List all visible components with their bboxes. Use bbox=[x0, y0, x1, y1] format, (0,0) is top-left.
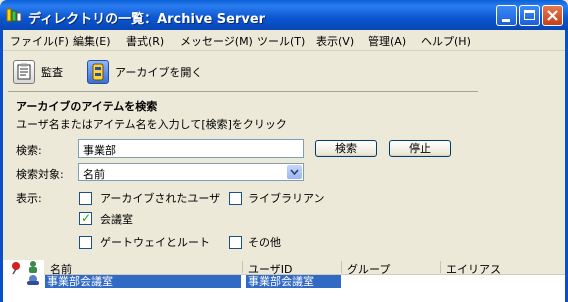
option-conference-label: 会議室 bbox=[100, 213, 133, 226]
menu-format[interactable]: 書式(R) bbox=[126, 33, 164, 49]
query-input[interactable]: 事業部 bbox=[78, 139, 304, 158]
col-divider[interactable] bbox=[440, 261, 441, 273]
option-conference-checkbox[interactable]: ✓ bbox=[79, 211, 92, 225]
results-list[interactable]: 名前 ユーザID グループ エイリアス 事業部会議室 事業部会議室 bbox=[3, 260, 565, 302]
audit-button[interactable]: 監査 bbox=[13, 58, 63, 86]
title-bar: ディレクトリの一覧：Archive Server bbox=[0, 0, 568, 30]
menu-help[interactable]: ヘルプ(H) bbox=[421, 33, 471, 49]
col-divider[interactable] bbox=[341, 261, 342, 273]
menu-edit[interactable]: 編集(E) bbox=[73, 33, 111, 49]
target-select-value: 名前 bbox=[83, 168, 105, 181]
option-other-checkbox[interactable] bbox=[229, 236, 242, 249]
menu-admin[interactable]: 管理(A) bbox=[368, 33, 406, 49]
target-label: 検索対象: bbox=[16, 168, 64, 181]
maximize-icon bbox=[524, 10, 535, 20]
results-header: 名前 ユーザID グループ エイリアス bbox=[44, 260, 565, 277]
option-librarian-label: ライブラリアン bbox=[248, 192, 325, 205]
archive-icon bbox=[87, 60, 109, 84]
open-archive-button[interactable]: アーカイブを開く bbox=[87, 58, 202, 86]
col-group-header[interactable]: グループ bbox=[347, 261, 390, 277]
display-label: 表示: bbox=[16, 192, 42, 205]
audit-icon bbox=[13, 60, 35, 84]
search-button[interactable]: 検索 bbox=[315, 140, 377, 157]
search-heading: アーカイブのアイテムを検索 bbox=[16, 100, 158, 113]
target-select[interactable]: 名前 bbox=[78, 163, 304, 181]
option-archived-users-label: アーカイブされたユーザ bbox=[100, 192, 221, 205]
query-label: 検索: bbox=[16, 144, 42, 157]
option-librarian-checkbox[interactable] bbox=[229, 192, 242, 205]
toolbar-separator bbox=[8, 91, 478, 92]
app-icon bbox=[6, 8, 22, 22]
minimize-button[interactable] bbox=[496, 5, 517, 26]
pin-icon bbox=[12, 262, 20, 275]
minimize-icon bbox=[502, 19, 510, 22]
menu-file[interactable]: ファイル(F) bbox=[10, 33, 69, 49]
user-group-icon bbox=[27, 261, 39, 285]
menu-bar: ファイル(F) 編集(E) 書式(R) メッセージ(M) ツール(T) 表示(V… bbox=[3, 30, 565, 51]
option-gateway-label: ゲートウェイとルート bbox=[100, 236, 210, 249]
window-title: ディレクトリの一覧：Archive Server bbox=[28, 12, 266, 27]
search-instructions: ユーザ名またはアイテム名を入力して[検索]をクリック bbox=[16, 118, 287, 131]
col-alias-header[interactable]: エイリアス bbox=[446, 261, 501, 277]
option-archived-users-checkbox[interactable] bbox=[79, 192, 92, 205]
toolbar: 監査 アーカイブを開く bbox=[3, 51, 565, 93]
col-divider[interactable] bbox=[242, 261, 243, 273]
audit-label: 監査 bbox=[41, 66, 63, 79]
menu-tools[interactable]: ツール(T) bbox=[257, 33, 305, 49]
option-other-label: その他 bbox=[248, 236, 281, 249]
menu-message[interactable]: メッセージ(M) bbox=[180, 33, 253, 49]
maximize-button[interactable] bbox=[519, 5, 540, 26]
stop-button[interactable]: 停止 bbox=[389, 140, 451, 157]
close-button[interactable] bbox=[542, 5, 563, 26]
result-name-cell[interactable]: 事業部会議室 bbox=[45, 275, 241, 288]
close-icon bbox=[547, 10, 558, 21]
check-icon: ✓ bbox=[81, 211, 92, 225]
chevron-down-icon[interactable] bbox=[287, 165, 302, 179]
open-archive-label: アーカイブを開く bbox=[115, 66, 203, 79]
result-userid-cell[interactable]: 事業部会議室 bbox=[246, 275, 341, 288]
menu-view[interactable]: 表示(V) bbox=[316, 33, 354, 49]
option-gateway-checkbox[interactable] bbox=[79, 236, 92, 249]
